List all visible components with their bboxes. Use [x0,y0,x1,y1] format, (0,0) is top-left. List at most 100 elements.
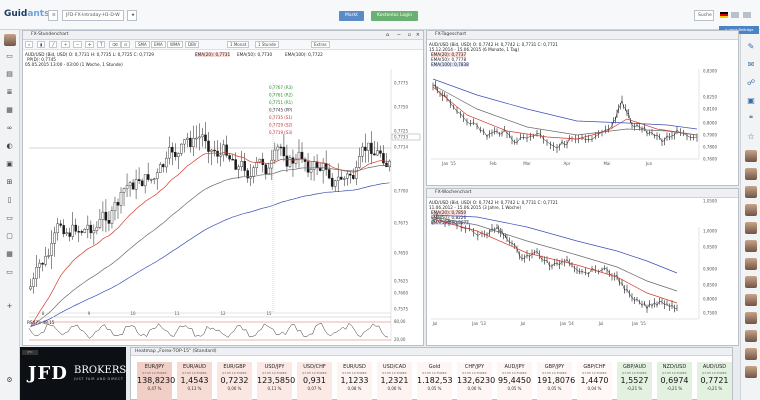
y-tick-label: 0,8000 [703,297,717,302]
cell-value: 132,6230 [457,376,496,385]
candle-body [270,159,274,169]
heatmap-cell[interactable]: GBP/AUD 07.05 14 FOREX 1,5527 -0,21 % [617,362,652,400]
forex-heatmap-panel: Heatmap „Forex-TOP-15" (Standard) EUR/JP… [130,347,733,400]
avatar[interactable] [745,330,757,342]
grid-icon[interactable]: ⊞ [4,178,15,186]
avatar[interactable] [745,294,757,306]
jfd-brokers-banner[interactable]: JFD JFD BROKERS JUST FAIR AND DIRECT [20,347,126,400]
search-button[interactable]: Suche [694,10,714,21]
panel-icon[interactable]: ▭ [4,214,15,222]
cell-symbol: Gold [428,364,441,370]
candle-body [128,182,132,186]
y-tick-label: 0,7800 [703,145,717,150]
heatmap-cell[interactable]: CHF/JPY 07.05 14 FOREX 132,6230 0,06 % [457,362,496,400]
page-icon[interactable]: ▯ [4,196,15,204]
german-flag-icon[interactable] [720,12,728,18]
heatmap-cell[interactable]: AUD/JPY 07.05 14 FOREX 95,4450 0,05 % [497,362,532,400]
avatar[interactable] [745,258,757,270]
chart-icon[interactable]: ▤ [4,70,15,78]
pivot-label: 0,7761 (R2) [269,93,293,98]
window-icon[interactable]: ▢ [4,232,15,240]
avatar[interactable] [745,222,757,234]
gear-icon[interactable]: ⚙ [4,376,15,384]
settings-icon[interactable] [731,12,739,18]
box-icon[interactable]: ▭ [4,268,15,276]
workspace-tab[interactable]: JFD-FX-Intraday-H1-D-W [62,10,124,21]
link-icon[interactable]: ∞ [4,124,15,132]
avatar[interactable] [745,150,757,162]
cell-symbol: CHF/JPY [464,364,485,370]
gauge-icon[interactable]: ◐ [4,142,15,150]
avatar[interactable] [745,204,757,216]
heatmap-cell[interactable]: NZD/USD 07.05 14 FOREX 0,6974 -0,21 % [657,362,692,400]
heatmap-cell[interactable]: USD/JPY 07.05 14 FOREX 123,5850 0,11 % [257,362,295,400]
heatmap-cell[interactable]: EUR/AUD 07.05 14 FOREX 1,4543 0,13 % [177,362,212,400]
heatmap-cell[interactable]: Gold 07.05 14 FOREX 1.182,53 0,05 % [417,362,453,400]
price-line [432,217,678,310]
avatar[interactable] [745,312,757,324]
weekly-line-chart[interactable]: 1,0500 1,0000 0,9500 0,9000 0,8500 0,8000 0,75… [427,189,738,345]
image-icon[interactable]: ▣ [746,96,756,106]
quote-icon[interactable]: ❝ [746,114,756,124]
candle-body [68,232,71,237]
candle-body [285,155,289,167]
heatmap-cell[interactable]: EUR/USD 07.05 14 FOREX 1,1233 0,08 % [337,362,372,400]
market-button[interactable]: Markt [339,11,364,21]
candle-body [222,144,225,156]
avatar[interactable] [745,348,757,360]
x-tick-label: Jul [598,321,604,326]
add-icon[interactable]: + [4,302,15,310]
y-tick-label: 0,8250 [703,95,717,100]
heatmap-cell[interactable]: USD/CHF 07.05 14 FOREX 0,931 0,07 % [297,362,332,400]
heatmap-cell[interactable]: EUR/JPY 07.05 14 FOREX 138,8230 0,47 % [137,362,175,400]
menu-icon[interactable]: ≡ [48,10,58,21]
link-icon[interactable]: ☍ [746,78,756,88]
calendar-icon[interactable]: ▦ [4,250,15,258]
daily-line-chart[interactable]: 0,8300 0,8250 0,8100 0,8000 0,7900 0,7800 0,76… [427,31,738,185]
user-menu-icon[interactable] [743,12,751,18]
hourly-candle-chart[interactable]: 0,7775 0,7750 0,7725 0,7714 0,7700 0,7675 0,76… [23,31,423,347]
heatmap-cell[interactable]: GBP/CHF 07.05 14 FOREX 1,4470 0,04 % [577,362,612,400]
cell-date: 07.05 14 FOREX [422,371,447,375]
heatmap-cell[interactable]: GBP/JPY 07.05 14 FOREX 191,8076 0,05 % [537,362,575,400]
pivot-label: 0,7751 (R1) [269,100,293,105]
y-tick-label: 0,8500 [703,283,717,288]
monitor-icon[interactable]: ▭ [4,52,15,60]
avatar[interactable] [745,240,757,252]
heatmap-cell[interactable]: EUR/GBP 07.05 14 FOREX 0,7232 0,06 % [217,362,252,400]
candle-body [370,142,373,154]
avatar[interactable] [745,168,757,180]
favorite-star-icon[interactable]: ★ [127,10,137,21]
star-icon[interactable]: ☆ [746,132,756,142]
list-icon[interactable]: ≣ [4,88,15,96]
pencil-icon[interactable]: ✎ [746,42,756,52]
y-tick-label: 0,7750 [394,105,408,110]
login-button[interactable]: Kostenlos Login [371,11,419,21]
cell-change: 0,47 % [147,386,162,391]
y-tick-label: 0,7675 [394,221,408,226]
ema20-line [30,152,390,327]
x-tick-label: 11 [174,311,180,316]
brokers-text: BROKERS [74,365,127,376]
layout-icon[interactable]: ▣ [4,160,15,168]
avatar[interactable] [745,276,757,288]
table-icon[interactable]: ▦ [4,106,15,114]
x-tick-label: 9 [88,311,91,316]
heatmap-cell[interactable]: AUD/USD 07.05 14 FOREX 0,7721 -0,21 % [697,362,732,400]
rsi-label: RSI(7): 48,15 [27,320,55,325]
candle-body [321,163,325,171]
candle-body [309,169,313,173]
avatar[interactable] [745,366,757,378]
candle-body [155,172,159,179]
cell-symbol: USD/CHF [303,364,326,370]
candle-body [352,175,355,179]
guidants-logo[interactable]: Guidants [4,9,49,19]
user-avatar[interactable] [4,34,16,46]
cell-date: 07.05 14 FOREX [542,371,567,375]
pivot-label: 0,7745 (PP) [269,108,293,113]
avatar[interactable] [745,186,757,198]
cell-change: 0,07 % [307,386,322,391]
chat-icon[interactable]: ✉ [746,60,756,70]
candle-body [189,137,192,147]
heatmap-cell[interactable]: USD/CAD 07.05 14 FOREX 1,2321 0,06 % [377,362,412,400]
